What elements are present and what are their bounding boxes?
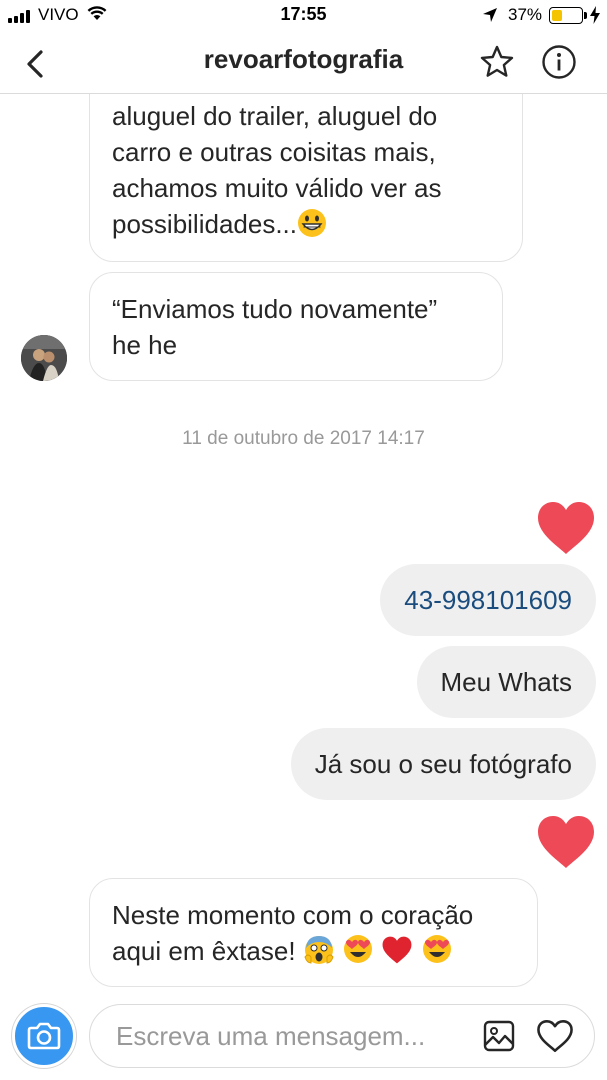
message-timestamp: 11 de outubro de 2017 14:17 — [182, 428, 425, 449]
battery-fill — [552, 10, 563, 21]
face-screaming-in-fear-emoji — [304, 936, 334, 964]
outgoing-message[interactable]: Já sou o seu fotógrafo — [290, 728, 596, 800]
message-text: aqui em êxtase! — [112, 936, 296, 966]
conversation-header: revoarfotografia — [0, 34, 607, 94]
message-input-placeholder: Escreva uma mensagem... — [116, 1021, 426, 1051]
message-line: possibilidades... — [112, 206, 500, 242]
message-input[interactable]: Escreva uma mensagem... — [89, 1004, 595, 1068]
grinning-face-emoji — [298, 209, 326, 237]
incoming-message[interactable]: “Enviamos tudo novamente” he he — [89, 272, 503, 381]
message-line: he he — [112, 330, 178, 360]
location-arrow-icon — [483, 8, 497, 22]
message-composer: Escreva uma mensagem... — [0, 996, 607, 1080]
heart-eyes-emoji — [344, 935, 373, 963]
camera-button[interactable] — [12, 1004, 76, 1068]
info-icon[interactable] — [540, 43, 578, 81]
heart-eyes-emoji — [422, 935, 451, 963]
red-heart-emoji — [382, 936, 412, 964]
incoming-message[interactable]: Neste momento com o coração aqui em êxta… — [89, 878, 538, 987]
gallery-icon[interactable] — [482, 1019, 516, 1053]
message-line: aqui em êxtase! — [112, 933, 515, 969]
message-line: achamos muito válido ver as — [112, 173, 442, 203]
outgoing-message-phone-link[interactable]: 43-998101609 — [380, 564, 596, 636]
heart-outline-icon[interactable] — [536, 1018, 574, 1054]
star-icon[interactable] — [478, 43, 516, 81]
message-text: possibilidades... — [112, 209, 297, 239]
battery-percent: 37% — [508, 5, 543, 24]
avatar[interactable] — [21, 335, 67, 381]
charging-bolt-icon — [590, 6, 600, 24]
camera-icon — [27, 1022, 61, 1050]
avatar-photo — [21, 335, 67, 381]
message-line: “Enviamos tudo novamente” — [112, 294, 438, 324]
like-heart-icon[interactable] — [535, 814, 597, 870]
status-bar: VIVO 17:55 37% — [0, 0, 607, 34]
battery-cap — [584, 12, 587, 19]
like-heart-icon[interactable] — [535, 500, 597, 556]
message-line: aluguel do trailer, aluguel do — [112, 101, 438, 131]
battery-icon — [549, 7, 583, 24]
message-line: carro e outras coisitas mais, — [112, 137, 436, 167]
message-line: Neste momento com o coração — [112, 900, 474, 930]
outgoing-message[interactable]: Meu Whats — [416, 646, 596, 718]
